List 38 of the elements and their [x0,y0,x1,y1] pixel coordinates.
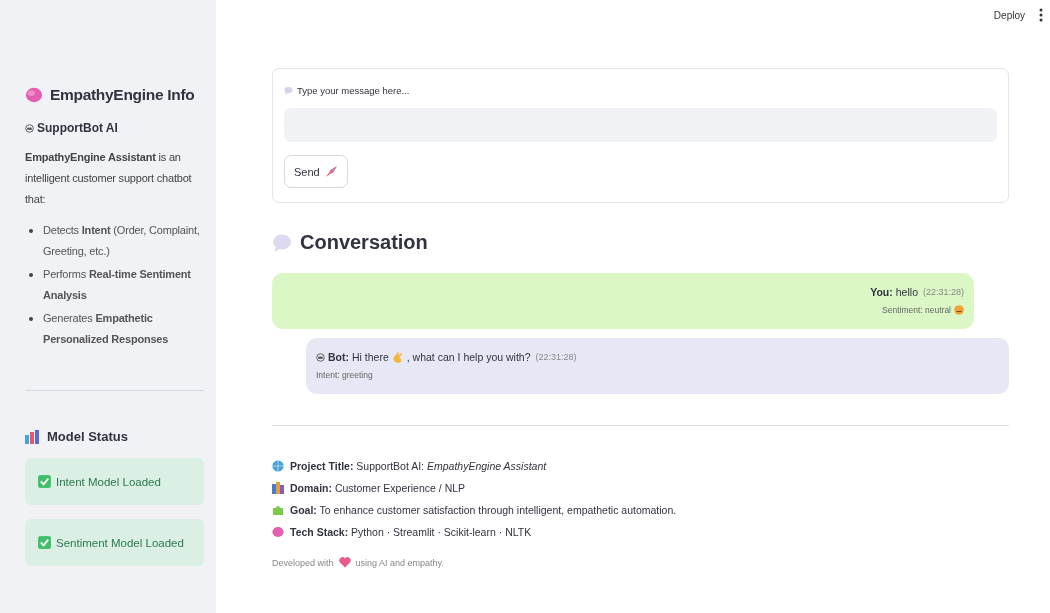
speech-bubble-icon [284,86,293,95]
heart-icon [338,557,351,568]
globe-icon [272,460,284,472]
send-button[interactable]: Send [284,155,348,188]
conversation-title: Conversation [300,231,428,254]
books-icon [272,482,284,494]
feature-text: Detects Intent (Order, Complaint, Greeting, etc.) [43,223,201,259]
credit-text: Developed with [272,557,334,568]
feature-text: Generates Empathetic Personalized Responses [43,311,170,347]
sender-label: Bot: [328,351,349,363]
message-text: Hi there [352,351,389,363]
message-text: , what can I help you with? [406,351,531,363]
sender-label: You: [870,286,893,298]
message-time: (22:31:28) [535,352,577,362]
project-info-text: Tech Stack: Python · Streamlit · Scikit-learn · NLTK [290,526,532,538]
status-text: Intent Model Loaded [56,475,161,488]
model-status-title: Model Status [47,429,128,444]
sidebar-title: EmpathyEngine Info [50,86,195,104]
field-label: Type your message here... [297,85,410,96]
message-text: hello [895,286,918,298]
sidebar-subtitle: SupportBot AI [37,121,118,135]
message-time: (22:31:28) [922,287,964,297]
rocket-icon [324,165,338,178]
waving-hand-icon [391,351,404,363]
credit-text: using AI and empathy. [355,557,444,568]
status-text: Sentiment Model Loaded [56,536,184,549]
speech-bubble-icon [272,232,292,253]
bar-chart-icon [25,429,39,444]
project-info-text: Goal: To enhance customer satisfaction through intelligent, empathetic automation. [290,504,677,516]
smiley-icon [954,305,964,315]
feature-text: Performs Real-time Sentiment Analysis [43,267,192,303]
intro-text: EmpathyEngine Assistant is an intelligent customer support chatbot that: [25,150,193,207]
intent-text: Intent: greeting [316,370,373,380]
sentiment-text: Sentiment: neutral [882,305,951,315]
more-menu-icon[interactable] [1039,8,1043,22]
project-info-text: Project Title: SupportBot AI: EmpathyEngine Assistant [290,460,547,472]
deploy-button[interactable]: Deploy [993,9,1025,21]
project-info-text: Domain: Customer Experience / NLP [290,482,466,494]
